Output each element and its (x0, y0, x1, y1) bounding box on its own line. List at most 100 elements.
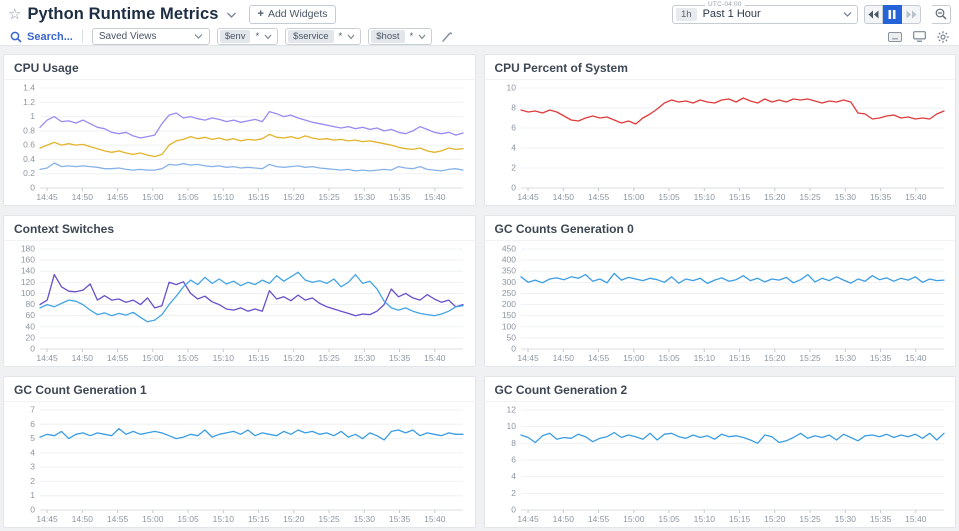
chart-gc-counts-generation-0[interactable]: GC Counts Generation 0 05010015020025030… (484, 215, 957, 367)
svg-text:14:50: 14:50 (72, 353, 94, 363)
svg-text:15:15: 15:15 (248, 192, 270, 202)
svg-text:40: 40 (26, 321, 36, 331)
favorite-star-icon[interactable]: ☆ (8, 7, 21, 22)
svg-text:15:25: 15:25 (799, 514, 821, 524)
svg-text:15:30: 15:30 (354, 514, 376, 524)
template-var-env[interactable]: $env * (217, 28, 278, 45)
svg-text:6: 6 (30, 419, 35, 429)
add-widgets-button[interactable]: + Add Widgets (249, 5, 337, 24)
chart-plot-area[interactable]: 0123456714:4514:5014:5515:0015:0515:1015… (6, 403, 471, 526)
svg-text:12: 12 (506, 405, 516, 415)
divider (82, 30, 83, 43)
chart-cpu-usage[interactable]: CPU Usage 00.20.40.60.811.21.414:4514:50… (3, 54, 476, 206)
chart-plot-area[interactable]: 024681014:4514:5014:5515:0015:0515:1015:… (487, 81, 952, 204)
chart-gc-count-generation-2[interactable]: GC Count Generation 2 02468101214:4514:5… (484, 376, 957, 528)
svg-text:15:40: 15:40 (424, 192, 446, 202)
svg-text:14:45: 14:45 (36, 353, 58, 363)
chevron-down-icon (347, 34, 355, 40)
svg-text:4: 4 (511, 471, 516, 481)
svg-text:14:50: 14:50 (552, 192, 574, 202)
timezone-label: UTC-04:00 (705, 1, 745, 8)
svg-text:15:20: 15:20 (764, 514, 786, 524)
svg-text:0: 0 (30, 344, 35, 354)
svg-text:14:55: 14:55 (107, 353, 129, 363)
page-title: Python Runtime Metrics (27, 5, 218, 24)
svg-text:140: 140 (21, 266, 35, 276)
pause-icon (888, 10, 896, 19)
time-backward-button[interactable] (864, 5, 883, 24)
keyboard-icon (888, 32, 902, 42)
edit-template-vars-button[interactable] (441, 31, 453, 43)
title-chevron-down-icon[interactable] (226, 6, 237, 24)
svg-text:120: 120 (21, 277, 35, 287)
chart-gc-count-generation-1[interactable]: GC Count Generation 1 0123456714:4514:50… (3, 376, 476, 528)
time-range-selector[interactable]: UTC-04:00 1h Past 1 Hour (672, 5, 858, 24)
chart-plot-area[interactable]: 02040608010012014016018014:4514:5014:551… (6, 242, 471, 365)
pause-button[interactable] (883, 5, 902, 24)
svg-text:15:40: 15:40 (905, 514, 927, 524)
template-var-service[interactable]: $service * (285, 28, 361, 45)
svg-text:2: 2 (511, 163, 516, 173)
svg-text:15:35: 15:35 (389, 514, 411, 524)
zoom-out-button[interactable] (932, 5, 951, 24)
chart-plot-area[interactable]: 02468101214:4514:5014:5515:0015:0515:101… (487, 403, 952, 526)
svg-text:15:05: 15:05 (177, 353, 199, 363)
chart-title: GC Count Generation 2 (485, 377, 956, 402)
svg-text:100: 100 (21, 288, 35, 298)
saved-views-dropdown[interactable]: Saved Views (92, 28, 210, 45)
svg-text:14:55: 14:55 (107, 514, 129, 524)
svg-text:15:25: 15:25 (318, 514, 340, 524)
svg-text:15:30: 15:30 (834, 353, 856, 363)
svg-text:15:10: 15:10 (693, 353, 715, 363)
chart-plot-area[interactable]: 00.20.40.60.811.21.414:4514:5014:5515:00… (6, 81, 471, 204)
time-range-value: Past 1 Hour (703, 8, 843, 20)
svg-text:2: 2 (511, 488, 516, 498)
svg-text:15:20: 15:20 (764, 192, 786, 202)
svg-text:15:15: 15:15 (248, 353, 270, 363)
svg-text:0: 0 (511, 183, 516, 193)
svg-text:15:20: 15:20 (283, 353, 305, 363)
svg-text:8: 8 (511, 103, 516, 113)
svg-text:4: 4 (30, 447, 35, 457)
time-shift-buttons (864, 5, 921, 24)
time-forward-button[interactable] (902, 5, 921, 24)
tv-mode-button[interactable] (913, 31, 926, 42)
keyboard-shortcuts-button[interactable] (888, 32, 902, 42)
template-var-name: $service (288, 30, 333, 43)
svg-text:350: 350 (501, 266, 515, 276)
svg-text:15:10: 15:10 (213, 192, 235, 202)
svg-text:15:05: 15:05 (177, 514, 199, 524)
svg-text:14:45: 14:45 (517, 192, 539, 202)
chart-title: GC Count Generation 1 (4, 377, 475, 402)
svg-text:15:35: 15:35 (869, 514, 891, 524)
template-var-value: * (410, 31, 414, 42)
svg-text:15:35: 15:35 (389, 353, 411, 363)
chart-title: CPU Percent of System (485, 55, 956, 80)
chart-cpu-percent-of-system[interactable]: CPU Percent of System 024681014:4514:501… (484, 54, 957, 206)
svg-text:15:10: 15:10 (213, 514, 235, 524)
svg-text:15:20: 15:20 (283, 514, 305, 524)
svg-text:6: 6 (511, 123, 516, 133)
chart-plot-area[interactable]: 05010015020025030035040045014:4514:5014:… (487, 242, 952, 365)
search-control[interactable]: Search... (8, 31, 73, 43)
search-icon (10, 31, 22, 43)
settings-button[interactable] (937, 31, 949, 43)
svg-text:250: 250 (501, 288, 515, 298)
chart-context-switches[interactable]: Context Switches 02040608010012014016018… (3, 215, 476, 367)
svg-text:15:20: 15:20 (764, 353, 786, 363)
svg-text:15:00: 15:00 (142, 192, 164, 202)
svg-text:20: 20 (26, 332, 36, 342)
template-var-host[interactable]: $host * (368, 28, 432, 45)
rewind-icon (868, 10, 879, 19)
svg-text:15:35: 15:35 (389, 192, 411, 202)
svg-text:14:50: 14:50 (552, 514, 574, 524)
svg-text:15:30: 15:30 (354, 353, 376, 363)
svg-text:15:10: 15:10 (693, 514, 715, 524)
svg-text:7: 7 (30, 405, 35, 415)
svg-text:15:30: 15:30 (834, 192, 856, 202)
svg-text:14:55: 14:55 (587, 514, 609, 524)
svg-text:15:25: 15:25 (318, 353, 340, 363)
svg-text:15:25: 15:25 (799, 192, 821, 202)
svg-text:1: 1 (30, 490, 35, 500)
svg-text:14:45: 14:45 (36, 192, 58, 202)
